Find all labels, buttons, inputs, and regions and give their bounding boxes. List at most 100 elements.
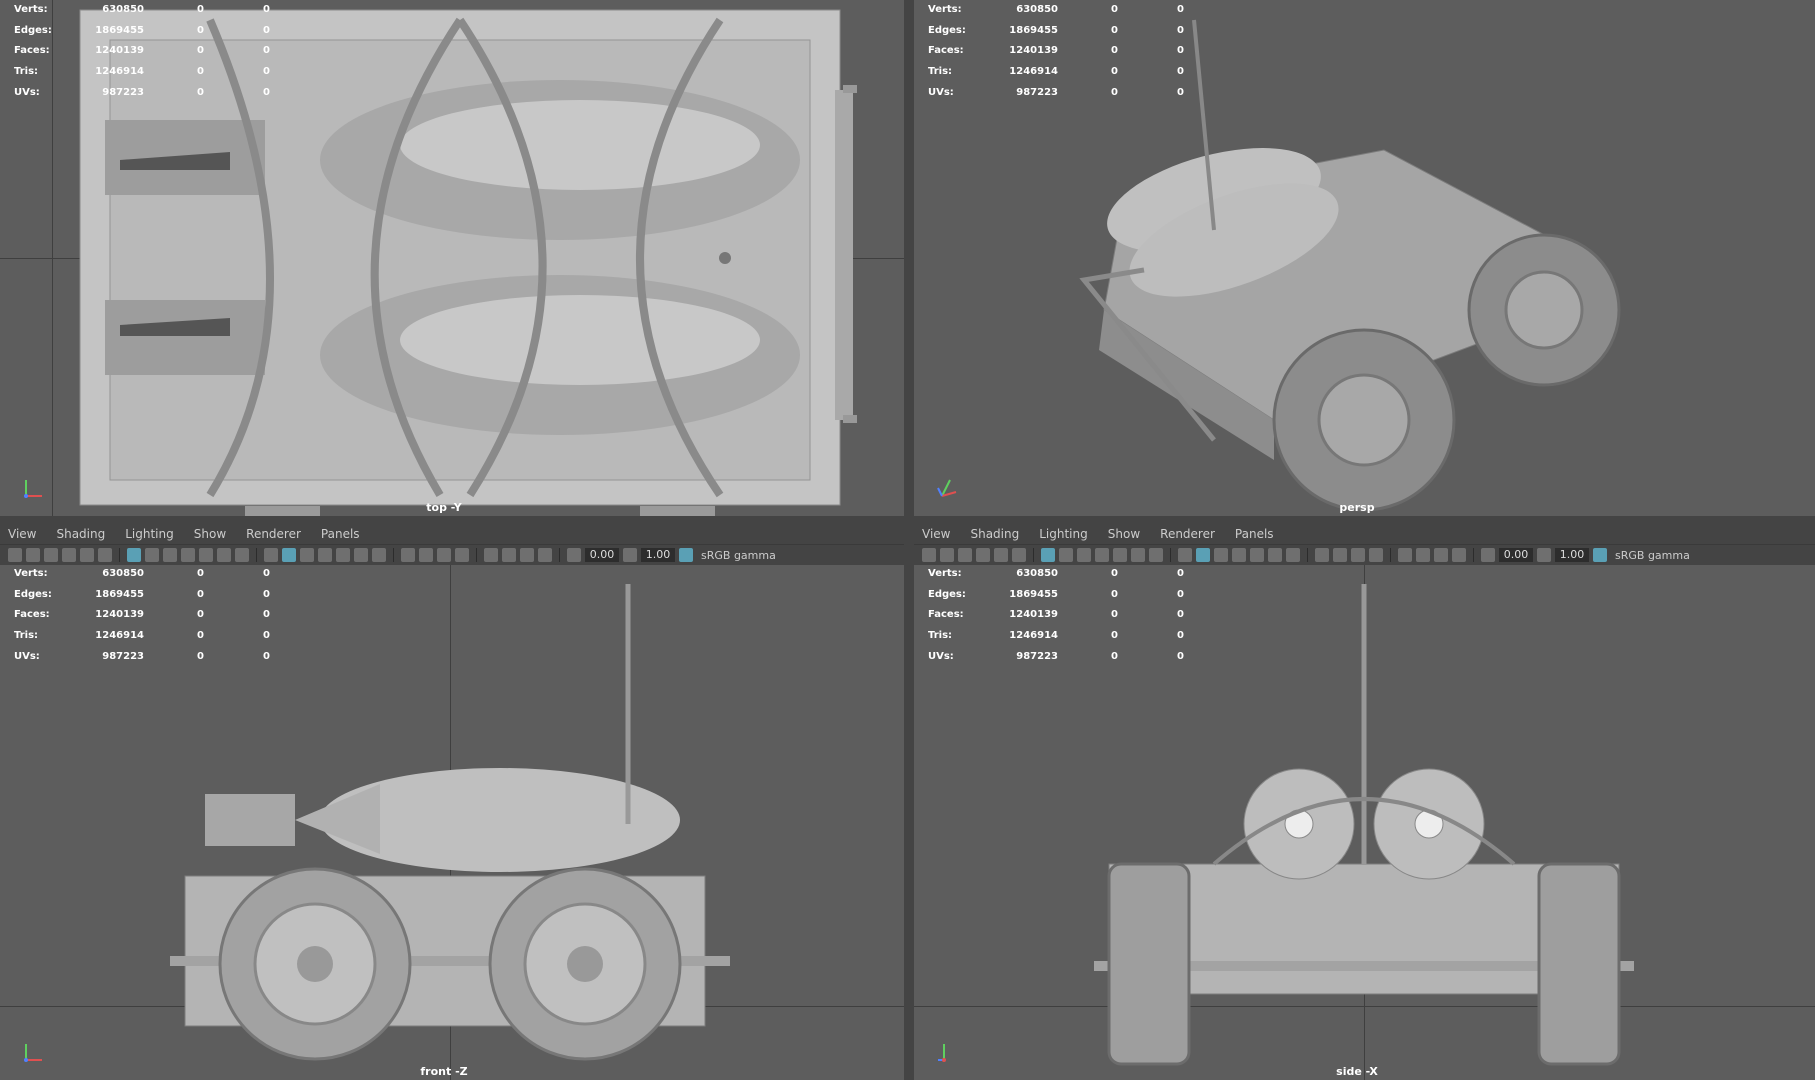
smooth-shade-icon[interactable] bbox=[282, 548, 296, 562]
ambient-occlusion-icon[interactable] bbox=[401, 548, 415, 562]
stat-row: Faces: 1240139 0 0 bbox=[14, 605, 270, 626]
xray-joints-icon[interactable] bbox=[502, 548, 516, 562]
menu-panels[interactable]: Panels bbox=[1235, 527, 1274, 541]
isolate-select-icon[interactable] bbox=[1369, 548, 1383, 562]
stat-value: 0 bbox=[1177, 86, 1184, 98]
bookmark-icon[interactable] bbox=[958, 548, 972, 562]
wireframe-icon[interactable] bbox=[264, 548, 278, 562]
image-plane-icon[interactable] bbox=[62, 548, 76, 562]
stat-label: Edges: bbox=[928, 588, 966, 600]
gamma-icon[interactable] bbox=[623, 548, 637, 562]
safe-action-icon[interactable] bbox=[1131, 548, 1145, 562]
lights-icon[interactable] bbox=[354, 548, 368, 562]
menu-renderer[interactable]: Renderer bbox=[1160, 527, 1215, 541]
stat-value: 0 bbox=[197, 609, 204, 621]
depth-of-field-icon[interactable] bbox=[1351, 548, 1365, 562]
color-management-label[interactable]: sRGB gamma bbox=[1615, 549, 1690, 562]
film-gate-icon[interactable] bbox=[145, 548, 159, 562]
menu-shading[interactable]: Shading bbox=[56, 527, 105, 541]
grease-pencil-icon[interactable] bbox=[98, 548, 112, 562]
select-camera-icon[interactable] bbox=[1398, 548, 1412, 562]
camera-attributes-icon[interactable] bbox=[940, 548, 954, 562]
stat-value: 0 bbox=[197, 588, 204, 600]
textured-icon[interactable] bbox=[318, 548, 332, 562]
menu-show[interactable]: Show bbox=[194, 527, 226, 541]
color-management-icon[interactable] bbox=[1593, 548, 1607, 562]
anti-aliasing-icon[interactable] bbox=[419, 548, 433, 562]
menu-shading[interactable]: Shading bbox=[970, 527, 1019, 541]
stat-value: 0 bbox=[263, 45, 270, 57]
xray-active-icon[interactable] bbox=[1434, 548, 1448, 562]
depth-of-field-icon[interactable] bbox=[437, 548, 451, 562]
viewport-persp[interactable]: Verts: 630850 0 0 Edges: 1869455 0 0 Faces: 124… bbox=[914, 0, 1815, 516]
stat-row: UVs: 987223 0 0 bbox=[14, 83, 270, 104]
viewport-top[interactable]: Verts: 630850 0 0 Edges: 1869455 0 0 Faces: 124… bbox=[0, 0, 904, 516]
color-management-icon[interactable] bbox=[679, 548, 693, 562]
smooth-shade-icon[interactable] bbox=[1196, 548, 1210, 562]
grid-icon[interactable] bbox=[127, 548, 141, 562]
select-camera-icon[interactable] bbox=[484, 548, 498, 562]
anti-aliasing-icon[interactable] bbox=[1333, 548, 1347, 562]
safe-title-icon[interactable] bbox=[1149, 548, 1163, 562]
textured-icon[interactable] bbox=[1232, 548, 1246, 562]
backface-culling-icon[interactable] bbox=[1452, 548, 1466, 562]
gamma-field[interactable]: 1.00 bbox=[641, 548, 675, 562]
safe-action-icon[interactable] bbox=[217, 548, 231, 562]
stat-label: Tris: bbox=[14, 630, 39, 642]
film-gate-icon[interactable] bbox=[1059, 548, 1073, 562]
menu-panels[interactable]: Panels bbox=[321, 527, 360, 541]
isolate-select-icon[interactable] bbox=[455, 548, 469, 562]
exposure-field[interactable]: 0.00 bbox=[1499, 548, 1533, 562]
gate-mask-icon[interactable] bbox=[1095, 548, 1109, 562]
menu-show[interactable]: Show bbox=[1108, 527, 1140, 541]
gate-mask-icon[interactable] bbox=[181, 548, 195, 562]
default-material-icon[interactable] bbox=[1214, 548, 1228, 562]
image-plane-icon[interactable] bbox=[976, 548, 990, 562]
safe-title-icon[interactable] bbox=[235, 548, 249, 562]
xray-icon[interactable] bbox=[336, 548, 350, 562]
color-management-label[interactable]: sRGB gamma bbox=[701, 549, 776, 562]
field-chart-icon[interactable] bbox=[199, 548, 213, 562]
exposure-icon[interactable] bbox=[567, 548, 581, 562]
wireframe-icon[interactable] bbox=[1178, 548, 1192, 562]
menu-lighting[interactable]: Lighting bbox=[125, 527, 174, 541]
grid-icon[interactable] bbox=[1041, 548, 1055, 562]
menu-view[interactable]: View bbox=[8, 527, 36, 541]
ambient-occlusion-icon[interactable] bbox=[1315, 548, 1329, 562]
bookmark-icon[interactable] bbox=[44, 548, 58, 562]
menu-lighting[interactable]: Lighting bbox=[1039, 527, 1088, 541]
viewport-menu-bar: View Shading Lighting Show Renderer Pane… bbox=[914, 524, 1815, 544]
xray-active-icon[interactable] bbox=[520, 548, 534, 562]
shadows-icon[interactable] bbox=[1286, 548, 1300, 562]
camera-attributes-icon[interactable] bbox=[26, 548, 40, 562]
camera-icon[interactable] bbox=[922, 548, 936, 562]
viewport-side[interactable]: View Shading Lighting Show Renderer Pane… bbox=[914, 524, 1815, 1080]
toolbar-divider bbox=[1307, 548, 1308, 562]
stats-hud-side: Verts: 630850 0 0 Edges: 1869455 0 0 Faces: 124… bbox=[928, 564, 1184, 668]
lights-icon[interactable] bbox=[1268, 548, 1282, 562]
2d-pan-zoom-icon[interactable] bbox=[994, 548, 1008, 562]
stats-hud-front: Verts: 630850 0 0 Edges: 1869455 0 0 Faces: 124… bbox=[14, 564, 270, 668]
resolution-gate-icon[interactable] bbox=[1077, 548, 1091, 562]
resolution-gate-icon[interactable] bbox=[163, 548, 177, 562]
xray-icon[interactable] bbox=[1250, 548, 1264, 562]
stat-row: Edges: 1869455 0 0 bbox=[928, 585, 1184, 606]
shadows-icon[interactable] bbox=[372, 548, 386, 562]
gamma-icon[interactable] bbox=[1537, 548, 1551, 562]
viewport-front[interactable]: View Shading Lighting Show Renderer Pane… bbox=[0, 524, 904, 1080]
gamma-field[interactable]: 1.00 bbox=[1555, 548, 1589, 562]
grease-pencil-icon[interactable] bbox=[1012, 548, 1026, 562]
menu-renderer[interactable]: Renderer bbox=[246, 527, 301, 541]
stat-value: 1869455 bbox=[95, 24, 144, 36]
exposure-icon[interactable] bbox=[1481, 548, 1495, 562]
camera-icon[interactable] bbox=[8, 548, 22, 562]
backface-culling-icon[interactable] bbox=[538, 548, 552, 562]
2d-pan-zoom-icon[interactable] bbox=[80, 548, 94, 562]
field-chart-icon[interactable] bbox=[1113, 548, 1127, 562]
exposure-field[interactable]: 0.00 bbox=[585, 548, 619, 562]
default-material-icon[interactable] bbox=[300, 548, 314, 562]
toolbar-divider bbox=[559, 548, 560, 562]
menu-view[interactable]: View bbox=[922, 527, 950, 541]
viewport-toolbar: 0.00 1.00 sRGB gamma bbox=[0, 544, 904, 565]
xray-joints-icon[interactable] bbox=[1416, 548, 1430, 562]
